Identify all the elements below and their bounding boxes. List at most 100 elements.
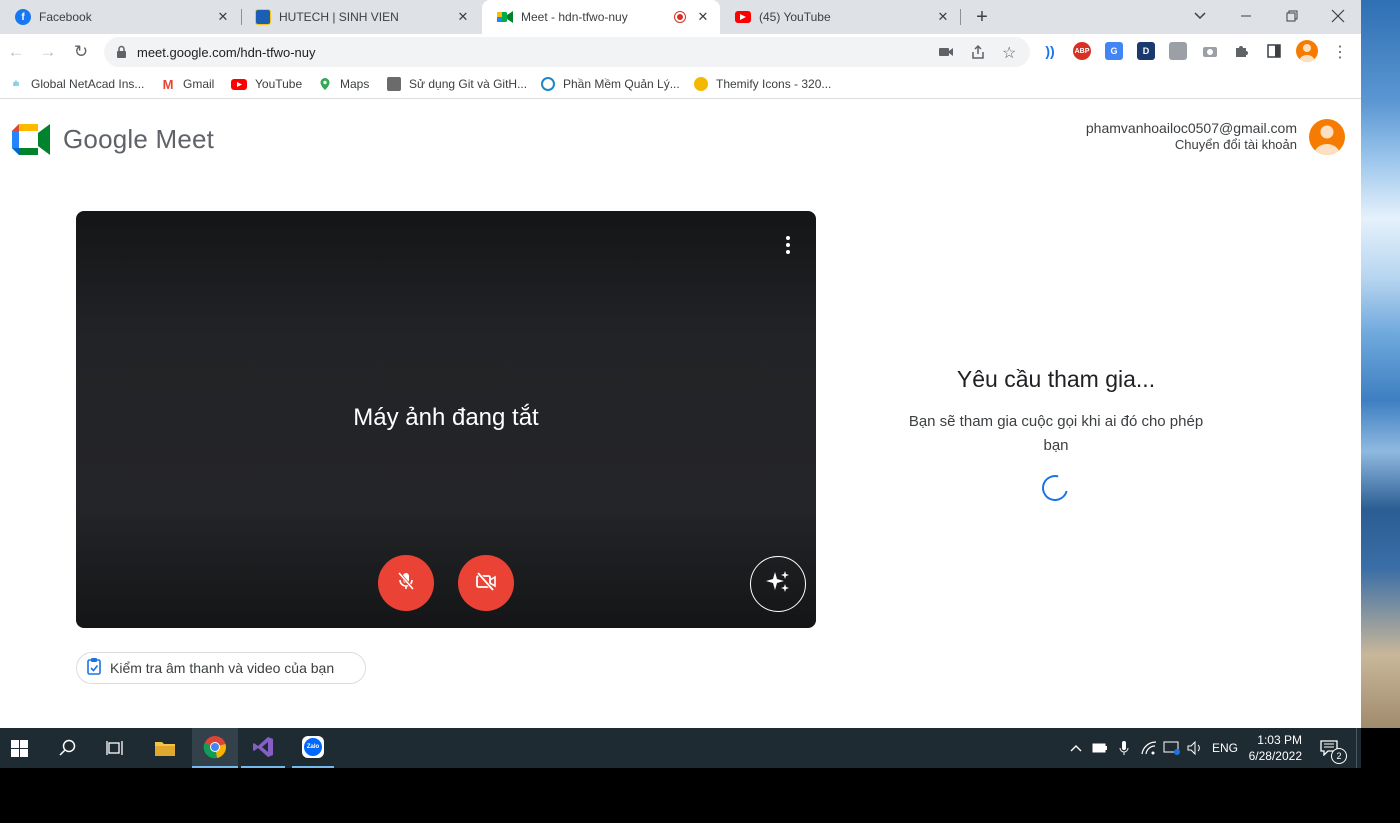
new-tab-button[interactable]: +	[970, 5, 994, 29]
photo-extension-icon[interactable]	[1169, 42, 1187, 60]
switch-account-link[interactable]: Chuyển đổi tài khoản	[1175, 137, 1297, 152]
google-translate-icon[interactable]: G	[1105, 42, 1123, 60]
tab-search-chevron-icon[interactable]	[1190, 6, 1210, 26]
bookmark-netacad[interactable]: ılı Global NetAcad Ins...	[9, 70, 144, 98]
tab-strip: f Facebook ✕ HUTECH | SINH VIEN ✕ Meet -…	[0, 0, 1361, 34]
close-tab-icon[interactable]: ✕	[214, 9, 232, 25]
camera-off-text: Máy ảnh đang tắt	[353, 404, 539, 431]
tab-title: Meet - hdn-tfwo-nuy	[521, 10, 628, 24]
desktop-wallpaper	[1361, 0, 1400, 728]
bookmark-git[interactable]: Sử dụng Git và GitH...	[387, 70, 527, 98]
youtube-icon	[735, 11, 751, 23]
browser-toolbar: ← → ↻ meet.google.com/hdn-tfwo-nuy ☆ )) …	[0, 34, 1361, 70]
check-audio-video-label: Kiểm tra âm thanh và video của bạn	[110, 660, 335, 676]
minimize-icon[interactable]	[1236, 6, 1256, 26]
adblock-plus-icon[interactable]: ABP	[1073, 42, 1091, 60]
bookmark-youtube[interactable]: YouTube	[231, 70, 302, 98]
show-desktop-button[interactable]	[1356, 728, 1362, 768]
bookmarks-bar: ılı Global NetAcad Ins... M Gmail YouTub…	[0, 70, 1361, 99]
task-view-icon[interactable]	[95, 728, 135, 768]
show-hidden-icons-chevron-icon[interactable]	[1066, 728, 1086, 768]
google-meet-logo-icon[interactable]	[12, 124, 50, 160]
reload-icon[interactable]: ↻	[65, 34, 97, 70]
bookmark-globe-icon	[541, 77, 555, 91]
windows-taskbar: Zalo ENG 1:03 PM 6/28/2022 2	[0, 728, 1361, 768]
bookmark-themify[interactable]: Themify Icons - 320...	[694, 70, 831, 98]
bookmark-label: Global NetAcad Ins...	[31, 77, 145, 91]
zalo-label: Zalo	[304, 738, 322, 756]
bookmark-gmail[interactable]: M Gmail	[161, 70, 215, 98]
battery-icon[interactable]	[1090, 728, 1110, 768]
google-meet-wordmark[interactable]: Google Meet	[63, 124, 214, 155]
camera-in-use-icon[interactable]	[938, 45, 954, 64]
chrome-taskbar-icon[interactable]	[192, 728, 238, 768]
close-tab-icon[interactable]: ✕	[454, 9, 472, 25]
maps-pin-icon	[318, 77, 332, 91]
check-audio-video-button[interactable]: Kiểm tra âm thanh và video của bạn	[76, 652, 366, 684]
wave-extension-icon[interactable]: ))	[1041, 42, 1059, 60]
file-explorer-icon[interactable]	[145, 728, 185, 768]
clipboard-check-icon	[86, 657, 102, 680]
youtube-icon	[231, 78, 247, 90]
microphone-toggle-button[interactable]	[378, 555, 434, 611]
profile-avatar-icon[interactable]	[1296, 40, 1318, 62]
bookmark-label: Phần Mềm Quản Lý...	[563, 77, 680, 91]
browser-window: f Facebook ✕ HUTECH | SINH VIEN ✕ Meet -…	[0, 0, 1361, 728]
lock-icon[interactable]	[116, 45, 127, 64]
bookmark-maps[interactable]: Maps	[318, 70, 369, 98]
clock-time: 1:03 PM	[1257, 733, 1302, 747]
hutech-shield-icon	[255, 9, 271, 25]
bookmark-label: Sử dụng Git và GitH...	[409, 77, 528, 91]
tab-youtube[interactable]: (45) YouTube ✕	[720, 0, 960, 34]
visual-studio-icon[interactable]	[241, 728, 285, 768]
side-panel-icon[interactable]	[1265, 42, 1283, 60]
address-bar[interactable]: meet.google.com/hdn-tfwo-nuy ☆	[104, 37, 1030, 67]
camera-extension-icon[interactable]	[1201, 42, 1219, 60]
close-window-icon[interactable]	[1328, 6, 1348, 26]
join-request-subtitle: Bạn sẽ tham gia cuộc gọi khi ai đó cho p…	[908, 413, 1204, 454]
gmail-icon: M	[162, 76, 174, 92]
bookmark-phan-mem[interactable]: Phần Mềm Quản Lý...	[541, 70, 680, 98]
tab-meet[interactable]: Meet - hdn-tfwo-nuy ✕	[482, 0, 720, 34]
bookmark-star-icon[interactable]: ☆	[1002, 43, 1016, 63]
search-icon[interactable]	[48, 728, 88, 768]
bookmark-label: Maps	[340, 77, 370, 91]
more-options-icon[interactable]	[776, 233, 800, 257]
sparkle-icon	[765, 569, 791, 600]
clock-date: 6/28/2022	[1248, 749, 1302, 763]
notification-count-badge: 2	[1331, 748, 1347, 764]
tab-title: HUTECH | SINH VIEN	[279, 10, 399, 24]
dashlane-icon[interactable]: D	[1137, 42, 1155, 60]
back-icon[interactable]: ←	[0, 34, 32, 70]
tab-separator	[960, 9, 961, 25]
clock[interactable]: 1:03 PM 6/28/2022	[1246, 728, 1302, 768]
bookmark-thumb-icon	[387, 77, 401, 91]
join-request-title: Yêu cầu tham gia...	[956, 366, 1156, 392]
camera-off-icon	[474, 570, 498, 597]
close-tab-icon[interactable]: ✕	[934, 9, 952, 25]
puzzle-extensions-icon[interactable]	[1233, 42, 1251, 60]
close-tab-icon[interactable]: ✕	[694, 9, 712, 25]
bookmark-label: YouTube	[255, 77, 303, 91]
visual-effects-button[interactable]	[750, 556, 806, 612]
share-icon[interactable]	[970, 44, 986, 65]
input-language[interactable]: ENG	[1210, 728, 1240, 768]
microphone-tray-icon[interactable]	[1114, 728, 1134, 768]
bookmark-label: Themify Icons - 320...	[716, 77, 832, 91]
google-meet-icon	[497, 9, 513, 25]
volume-icon[interactable]	[1185, 728, 1205, 768]
tab-facebook[interactable]: f Facebook ✕	[0, 0, 240, 34]
cisco-icon: ılı	[13, 80, 19, 88]
windows-start-icon[interactable]	[0, 728, 38, 768]
wifi-icon[interactable]	[1138, 728, 1160, 768]
zalo-icon[interactable]: Zalo	[292, 728, 334, 768]
restore-icon[interactable]	[1282, 6, 1302, 26]
forward-icon[interactable]: →	[32, 34, 64, 70]
loading-spinner-icon	[1037, 470, 1073, 506]
tab-title: Facebook	[39, 10, 92, 24]
account-avatar[interactable]	[1309, 119, 1345, 155]
chrome-menu-icon[interactable]: ⋮	[1324, 34, 1356, 70]
network-meet-icon[interactable]	[1161, 728, 1183, 768]
tab-hutech[interactable]: HUTECH | SINH VIEN ✕	[240, 0, 480, 34]
camera-toggle-button[interactable]	[458, 555, 514, 611]
